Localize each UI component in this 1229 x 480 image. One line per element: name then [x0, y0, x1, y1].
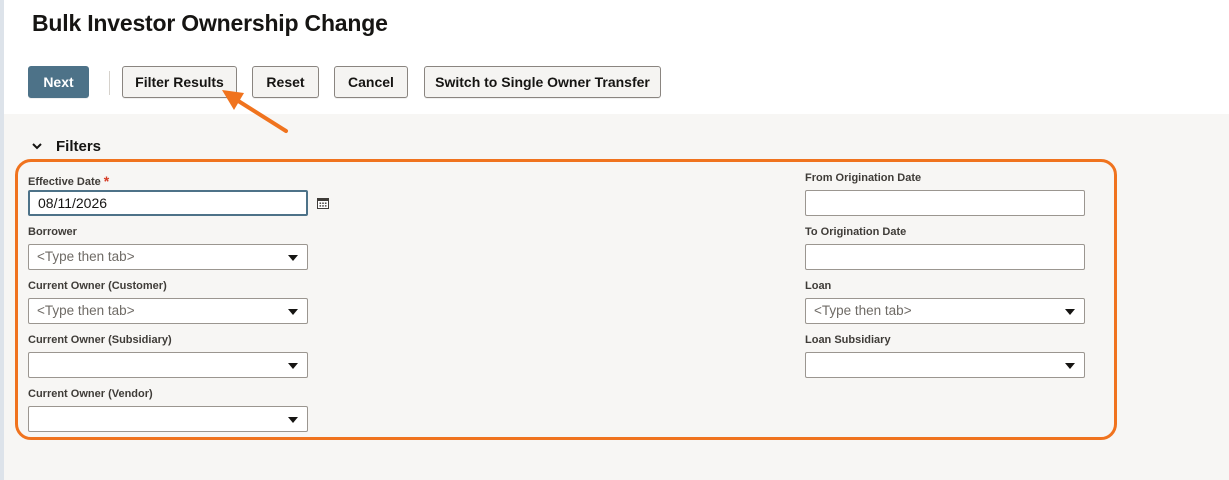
current-owner-vendor-label: Current Owner (Vendor)	[28, 388, 153, 400]
current-owner-subsidiary-select[interactable]	[28, 352, 308, 378]
current-owner-customer-select[interactable]: <Type then tab>	[28, 298, 308, 324]
calendar-icon[interactable]	[317, 197, 329, 209]
caret-down-icon	[288, 255, 298, 261]
page-header: Bulk Investor Ownership Change Next Filt…	[4, 0, 1229, 114]
caret-down-icon	[288, 417, 298, 423]
caret-down-icon	[288, 309, 298, 315]
caret-down-icon	[1065, 309, 1075, 315]
next-button[interactable]: Next	[28, 66, 89, 98]
loan-select[interactable]: <Type then tab>	[805, 298, 1085, 324]
filters-title: Filters	[56, 138, 102, 155]
chevron-down-icon	[32, 143, 42, 150]
borrower-select[interactable]: <Type then tab>	[28, 244, 308, 270]
borrower-placeholder: <Type then tab>	[37, 249, 135, 264]
switch-to-single-owner-transfer-button[interactable]: Switch to Single Owner Transfer	[424, 66, 661, 98]
cancel-button[interactable]: Cancel	[334, 66, 408, 98]
current-owner-vendor-select[interactable]	[28, 406, 308, 432]
loan-subsidiary-select[interactable]	[805, 352, 1085, 378]
current-owner-subsidiary-label: Current Owner (Subsidiary)	[28, 334, 172, 346]
loan-placeholder: <Type then tab>	[814, 303, 912, 318]
caret-down-icon	[1065, 363, 1075, 369]
annotation-arrow	[222, 90, 288, 133]
to-origination-date-label: To Origination Date	[805, 226, 907, 238]
from-origination-date-input[interactable]	[805, 190, 1085, 216]
toolbar-divider	[109, 71, 110, 95]
loan-label: Loan	[805, 280, 832, 292]
current-owner-customer-label: Current Owner (Customer)	[28, 280, 167, 292]
current-owner-customer-placeholder: <Type then tab>	[37, 303, 135, 318]
effective-date-label-text: Effective Date	[28, 176, 101, 188]
effective-date-value: 08/11/2026	[38, 195, 108, 211]
effective-date-label: Effective Date *	[28, 172, 110, 189]
to-origination-date-input[interactable]	[805, 244, 1085, 270]
page-title: Bulk Investor Ownership Change	[32, 10, 388, 36]
from-origination-date-label: From Origination Date	[805, 172, 922, 184]
caret-down-icon	[288, 363, 298, 369]
effective-date-input[interactable]: 08/11/2026	[28, 190, 308, 216]
loan-subsidiary-label: Loan Subsidiary	[805, 334, 891, 346]
required-indicator: *	[103, 173, 110, 189]
borrower-label: Borrower	[28, 226, 77, 238]
